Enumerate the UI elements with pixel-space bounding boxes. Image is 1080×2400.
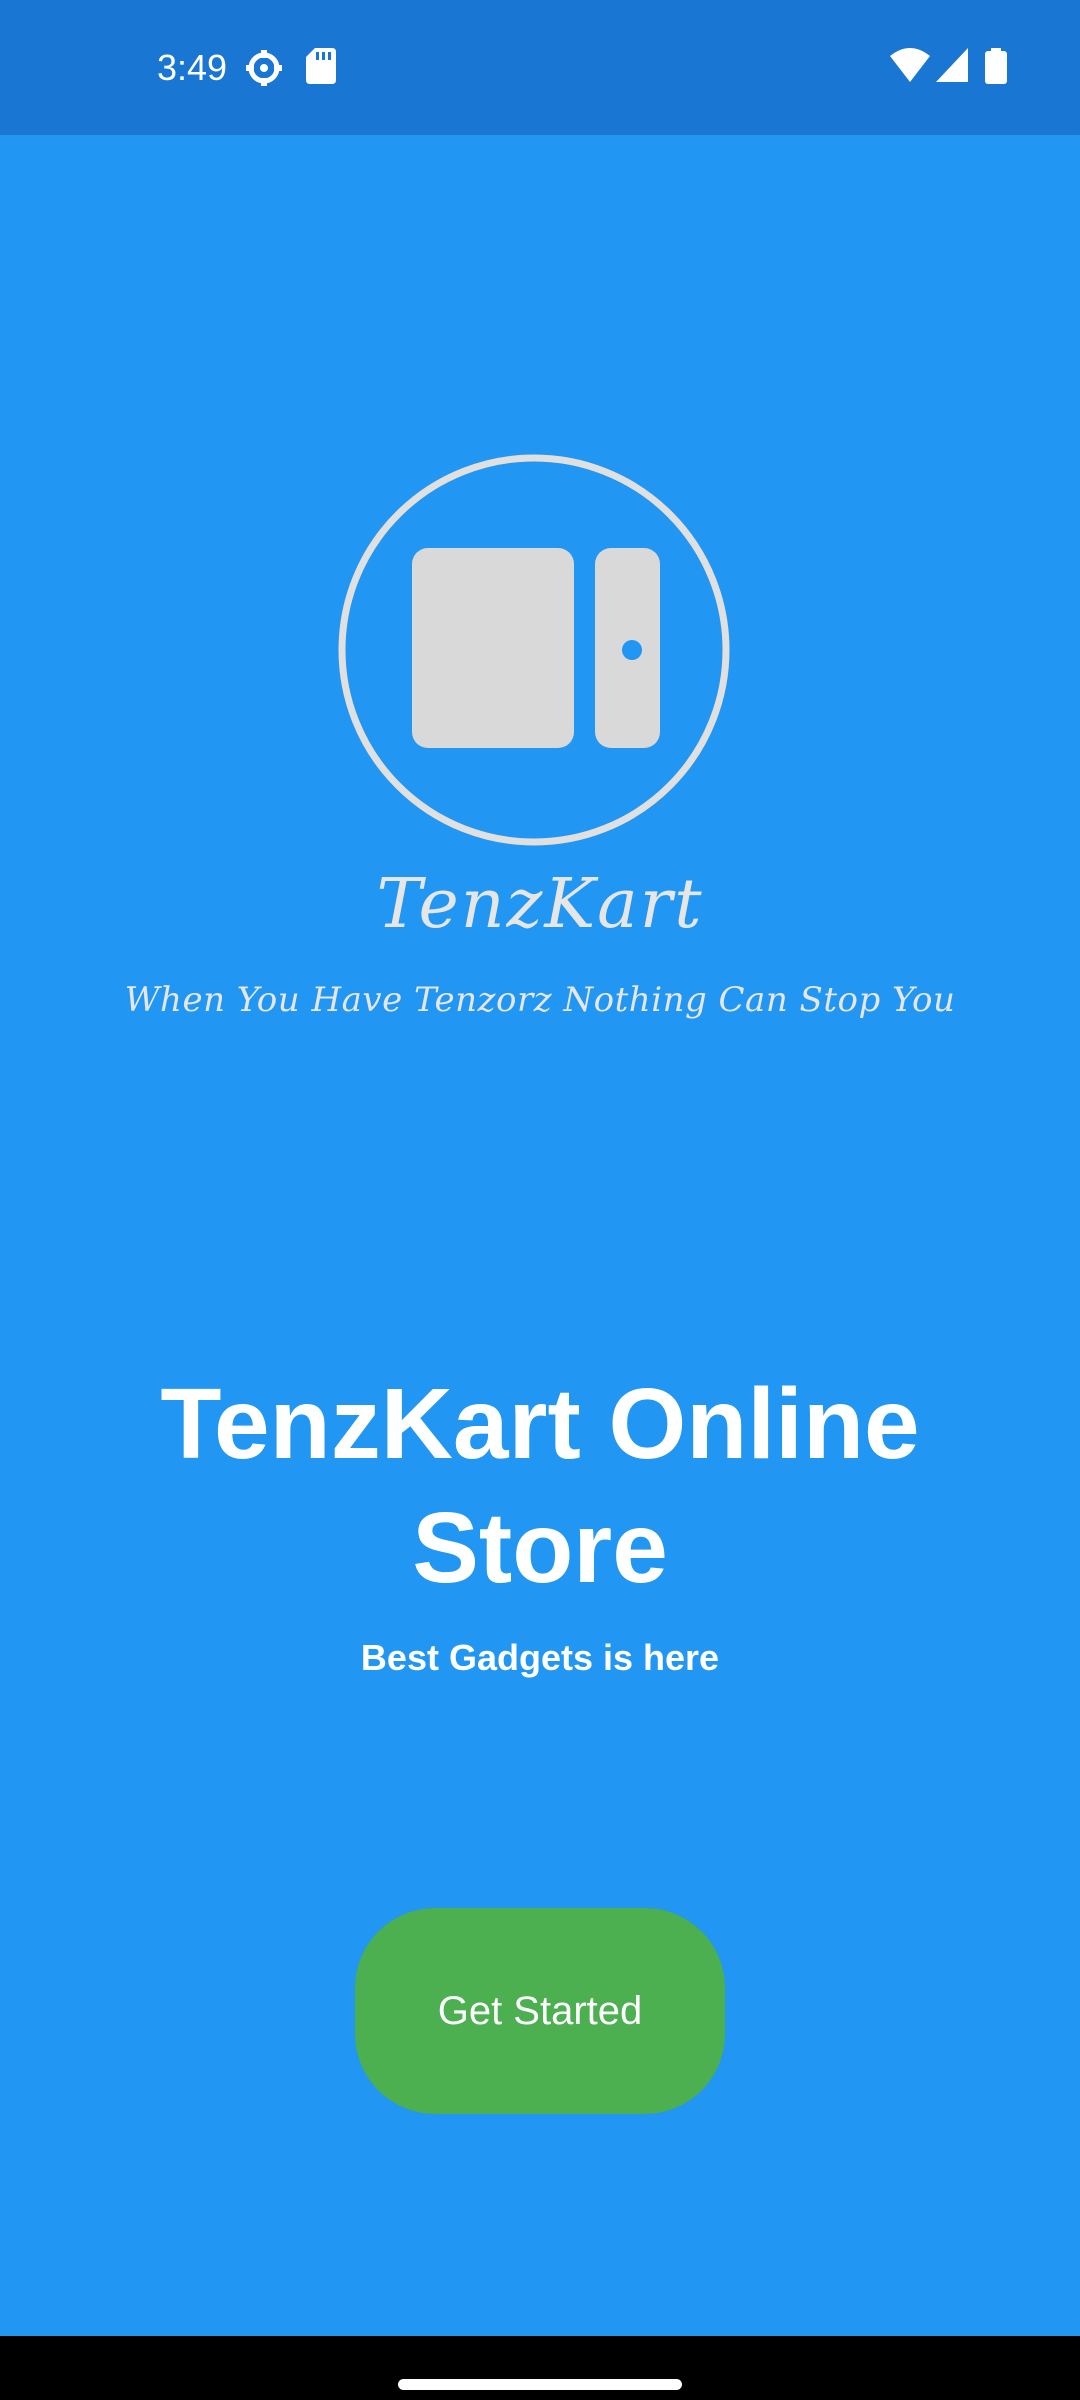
brand-tagline: When You Have Tenzorz Nothing Can Stop Y… — [124, 980, 956, 1020]
settings-gear-icon — [244, 48, 284, 93]
battery-icon — [985, 48, 1007, 89]
cell-signal-icon — [936, 48, 968, 87]
splash-screen: 3:49 TenzKart When You Have Tenzorz Noth… — [0, 0, 1080, 2400]
status-time: 3:49 — [157, 47, 228, 88]
sd-card-icon — [306, 48, 336, 89]
get-started-button[interactable]: Get Started — [355, 1908, 725, 2114]
status-bar: 3:49 — [0, 0, 1080, 135]
navigation-bar — [0, 2336, 1080, 2400]
page-subtitle: Best Gadgets is here — [360, 1637, 720, 1678]
wifi-icon — [890, 48, 930, 87]
home-gesture-handle[interactable] — [398, 2379, 682, 2390]
page-title: TenzKart Online Store — [160, 1368, 920, 1604]
tablet-logo-icon — [338, 454, 730, 846]
brand-name: TenzKart — [376, 865, 704, 944]
app-logo — [338, 454, 730, 846]
